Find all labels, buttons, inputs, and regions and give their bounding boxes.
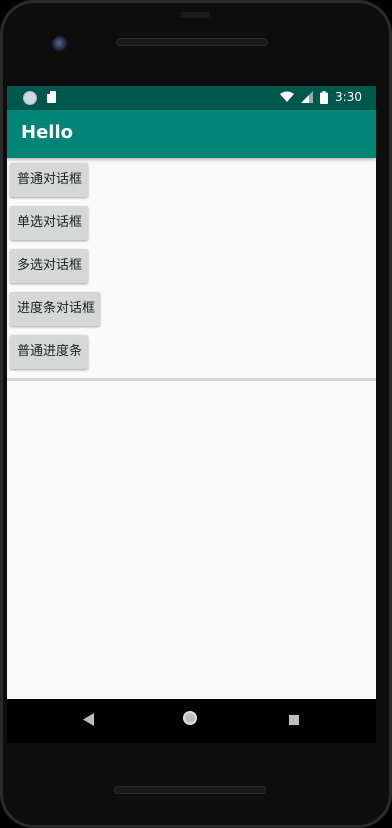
progress-dialog-button[interactable]: 进度条对话框 bbox=[10, 292, 100, 326]
top-speaker-slot bbox=[180, 12, 210, 18]
recents-icon[interactable] bbox=[289, 715, 299, 725]
signal-icon bbox=[301, 91, 314, 103]
home-icon[interactable] bbox=[183, 711, 197, 725]
front-camera bbox=[52, 36, 68, 52]
divider bbox=[7, 378, 376, 381]
device-screen: x 3:30 Hello 普通对话框 单选对话框 多选对话框 进度条对话框 普通… bbox=[7, 86, 376, 699]
notification-circle-icon bbox=[23, 91, 37, 105]
status-time: 3:30 bbox=[335, 90, 362, 104]
wifi-icon: x bbox=[280, 91, 295, 103]
single-choice-dialog-button[interactable]: 单选对话框 bbox=[10, 206, 88, 240]
sd-card-icon bbox=[47, 91, 56, 103]
app-bar: Hello bbox=[7, 110, 376, 158]
bottom-speaker-grill bbox=[114, 786, 266, 794]
app-title: Hello bbox=[21, 122, 73, 143]
status-bar: x 3:30 bbox=[7, 86, 376, 110]
earpiece-grill bbox=[116, 38, 268, 46]
button-list: 普通对话框 单选对话框 多选对话框 进度条对话框 普通进度条 bbox=[10, 163, 100, 378]
battery-icon bbox=[320, 90, 329, 104]
back-icon[interactable] bbox=[83, 713, 95, 726]
normal-progress-button[interactable]: 普通进度条 bbox=[10, 335, 88, 369]
multi-choice-dialog-button[interactable]: 多选对话框 bbox=[10, 249, 88, 283]
navigation-bar bbox=[7, 699, 376, 743]
normal-dialog-button[interactable]: 普通对话框 bbox=[10, 163, 88, 197]
svg-text:x: x bbox=[289, 97, 293, 103]
phone-frame: x 3:30 Hello 普通对话框 单选对话框 多选对话框 进度条对话框 普通… bbox=[0, 0, 392, 828]
